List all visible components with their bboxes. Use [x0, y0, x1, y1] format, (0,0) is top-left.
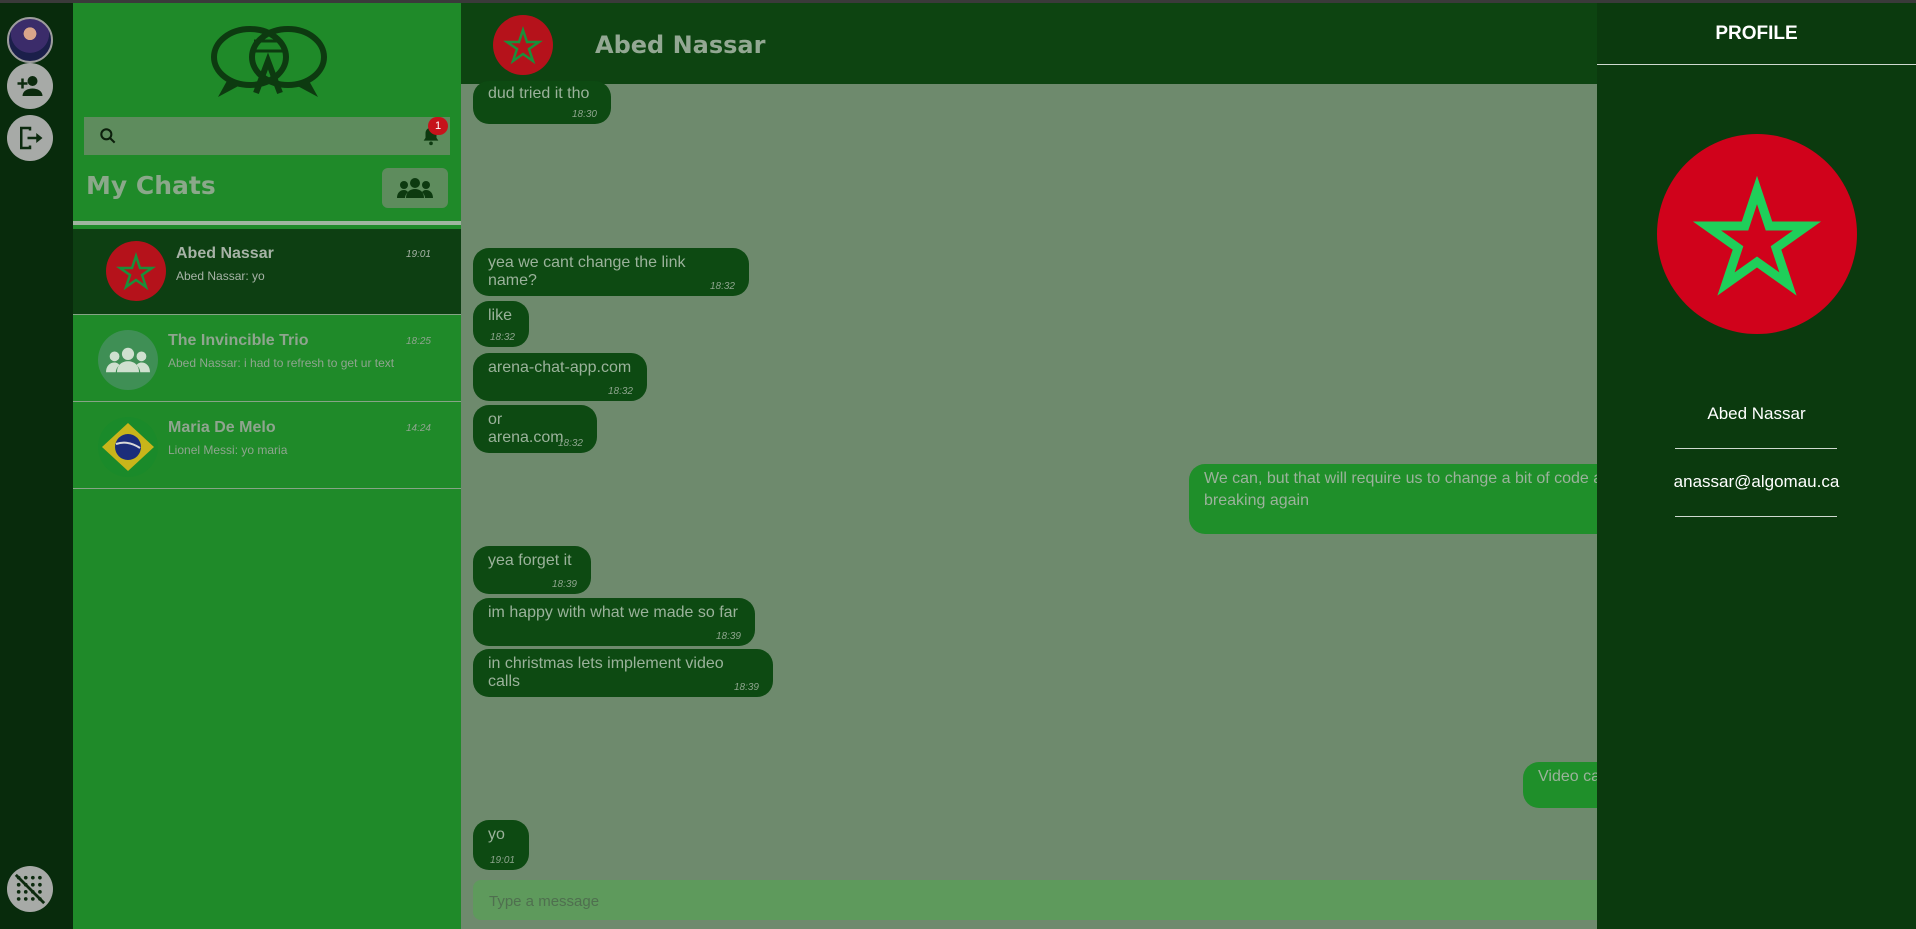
morocco-flag-avatar: [106, 241, 166, 301]
message-text: in christmas lets implement video calls: [488, 655, 724, 690]
chat-name: The Invincible Trio: [168, 332, 309, 349]
icon-rail: [0, 3, 73, 929]
chat-time: 14:24: [405, 423, 431, 434]
message-bubble: like 18:32: [473, 301, 529, 347]
notification-badge: 1: [428, 117, 448, 135]
message-text: im happy with what we made so far: [488, 604, 738, 621]
profile-title: PROFILE: [1715, 23, 1798, 44]
chat-list-item[interactable]: The Invincible Trio Abed Nassar: i had t…: [73, 316, 461, 402]
conversation-panel: Abed Nassar dud tried it tho 18:30 yea w…: [461, 3, 1597, 929]
message-text-line2: breaking again: [1204, 492, 1309, 509]
brazil-flag-avatar: [98, 417, 158, 477]
message-text: yea we cant change the link name?: [488, 254, 686, 289]
profile-avatar: [1657, 134, 1857, 334]
logout-icon: [20, 126, 43, 150]
profile-email: anassar@algomau.ca: [1673, 472, 1840, 491]
message-bubble: in christmas lets implement video calls …: [473, 649, 773, 697]
chat-name: Abed Nassar: [176, 245, 274, 262]
profile-name: Abed Nassar: [1707, 404, 1806, 423]
profile-name-underline: [1675, 448, 1837, 449]
user-avatar[interactable]: [7, 17, 53, 63]
message-bubble: yo 19:01: [473, 820, 529, 870]
chat-list-item[interactable]: Abed Nassar Abed Nassar: yo 19:01: [73, 229, 461, 315]
search-icon: [100, 128, 116, 144]
profile-divider: [1597, 64, 1916, 65]
chat-header: Abed Nassar: [461, 3, 1597, 84]
dots-off-icon: [14, 873, 46, 905]
message-time: 18:32: [489, 332, 515, 343]
chat-last-message: Abed Nassar: yo: [176, 269, 265, 283]
message-time: 18:30: [571, 109, 597, 120]
chat-last-message: Abed Nassar: i had to refresh to get ur …: [168, 356, 395, 370]
message-time: 18:39: [551, 579, 577, 590]
message-text: or arena.com: [488, 411, 564, 446]
message-text: yea forget it: [488, 552, 572, 569]
chat-time: 19:01: [405, 249, 431, 260]
message-bubble: or arena.com 18:32: [473, 405, 597, 453]
create-group-button[interactable]: [382, 168, 448, 208]
add-user-icon: [17, 76, 43, 96]
add-friend-button[interactable]: [7, 63, 53, 109]
group-icon: [397, 178, 433, 198]
my-chats-title: My Chats: [86, 171, 216, 200]
group-avatar: [98, 330, 158, 390]
message-text: yo: [488, 826, 505, 843]
message-text: like: [488, 307, 513, 324]
message-bubble: im happy with what we made so far 18:39: [473, 598, 755, 646]
search-input[interactable]: [118, 117, 450, 155]
group-icon: [106, 347, 150, 373]
message-time: 18:32: [557, 438, 583, 449]
message-input[interactable]: [473, 880, 1597, 922]
message-text: Video ca: [1538, 768, 1597, 785]
message-time: 18:32: [607, 386, 633, 397]
message-bubble: yea forget it 18:39: [473, 546, 591, 594]
message-time: 18:39: [733, 682, 759, 693]
profile-panel: PROFILE Abed Nassar anassar@algomau.ca: [1597, 3, 1916, 929]
message-text: dud tried it tho: [488, 85, 590, 102]
chat-last-message: Lionel Messi: yo maria: [168, 443, 288, 457]
profile-email-underline: [1675, 516, 1837, 517]
message-time: 18:32: [709, 281, 735, 292]
message-text: arena-chat-app.com: [488, 359, 632, 376]
toggle-background-button[interactable]: [7, 866, 53, 912]
message-time: 19:01: [489, 855, 515, 866]
message-composer: [473, 880, 1597, 922]
logout-button[interactable]: [7, 115, 53, 161]
chat-name: Maria De Melo: [168, 419, 276, 436]
chat-list-item[interactable]: Maria De Melo Lionel Messi: yo maria 14:…: [73, 403, 461, 489]
contact-avatar[interactable]: [493, 15, 553, 75]
sidebar-divider: [73, 221, 461, 225]
chat-time: 18:25: [405, 336, 431, 347]
message-bubble: Video ca: [1523, 762, 1597, 808]
contact-name: Abed Nassar: [595, 31, 766, 59]
search-bar: [84, 117, 450, 155]
message-text: We can, but that will require us to chan…: [1204, 470, 1597, 487]
chat-list-sidebar: 1 My Chats Abed Nassar Abed Nassar: yo 1…: [73, 3, 461, 929]
arena-logo: [211, 26, 327, 97]
message-bubble: dud tried it tho 18:30: [473, 81, 611, 124]
message-bubble: We can, but that will require us to chan…: [1189, 464, 1597, 534]
message-bubble: arena-chat-app.com 18:32: [473, 353, 647, 401]
message-bubble: yea we cant change the link name? 18:32: [473, 248, 749, 296]
message-time: 18:39: [715, 631, 741, 642]
